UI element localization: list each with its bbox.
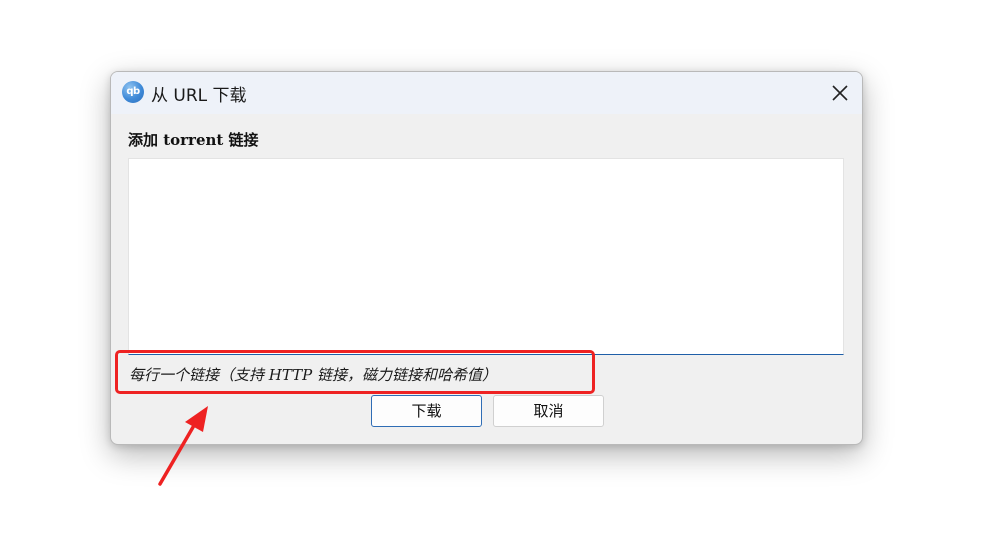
dialog-title: 从 URL 下载 bbox=[151, 86, 247, 106]
add-torrent-links-label: 添加 torrent 链接 bbox=[128, 131, 259, 149]
title-bar: qb 从 URL 下载 bbox=[111, 72, 862, 114]
close-icon bbox=[832, 85, 848, 101]
cancel-button[interactable]: 取消 bbox=[493, 395, 604, 427]
close-button[interactable] bbox=[814, 72, 862, 114]
download-from-url-dialog: qb 从 URL 下载 添加 torrent 链接 每行一个链接（支持 HTTP… bbox=[110, 71, 863, 445]
links-hint-text: 每行一个链接（支持 HTTP 链接，磁力链接和哈希值） bbox=[129, 366, 498, 384]
download-button[interactable]: 下载 bbox=[371, 395, 482, 427]
torrent-links-textarea[interactable] bbox=[128, 158, 844, 355]
qbittorrent-app-icon: qb bbox=[122, 81, 144, 103]
